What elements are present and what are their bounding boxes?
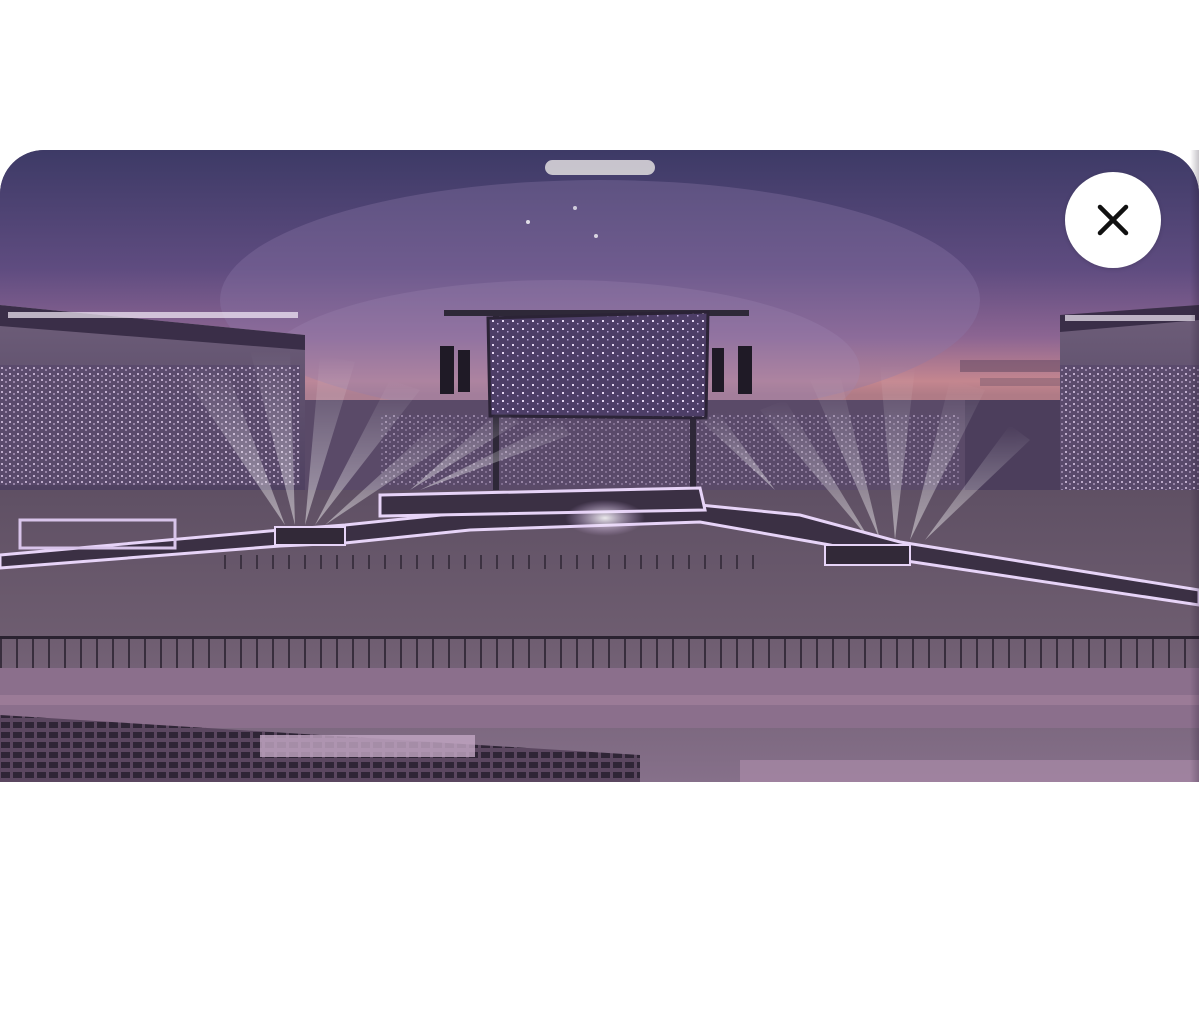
media-viewer-sheet <box>0 150 1199 782</box>
drag-handle[interactable] <box>545 160 655 175</box>
stadium-stage-image <box>0 150 1199 782</box>
close-button[interactable] <box>1065 172 1161 268</box>
page <box>0 0 1199 1036</box>
close-icon <box>1097 204 1129 236</box>
